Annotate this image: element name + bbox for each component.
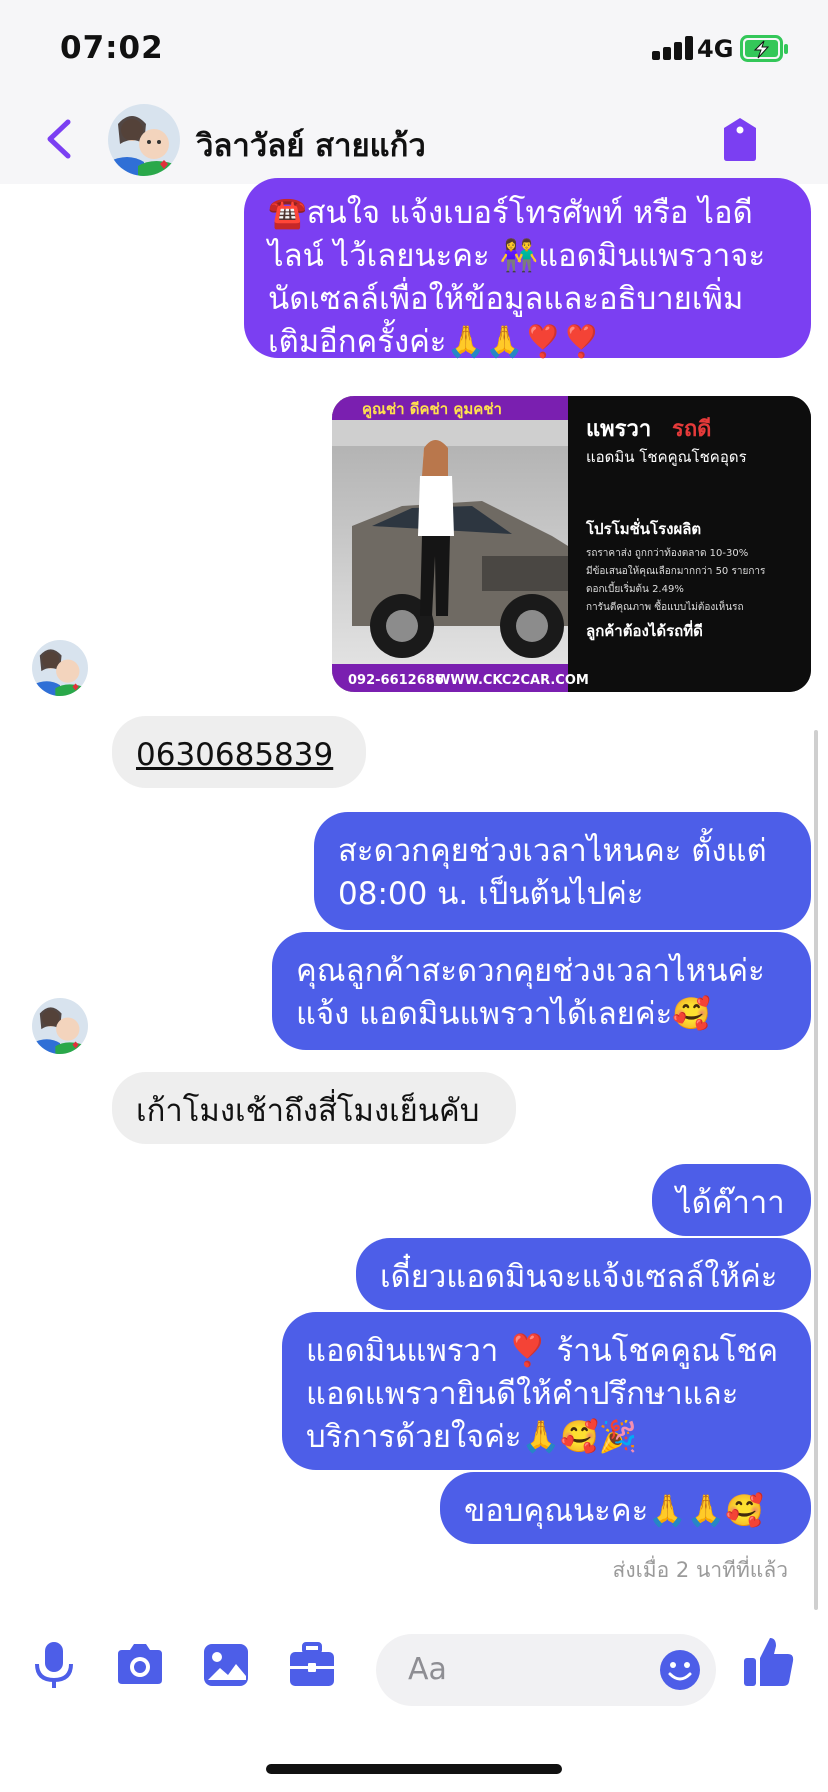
received-message[interactable]: 0630685839 <box>112 716 366 788</box>
apps-button[interactable] <box>286 1640 338 1690</box>
sent-message[interactable]: ☎️สนใจ แจ้งเบอร์โทรศัพท์ หรือ ไอดีไลน์ ไ… <box>244 178 811 360</box>
received-message[interactable]: เก้าโมงเช้าถึงสี่โมงเย็นคับ <box>112 1072 516 1144</box>
ad-slogan: ลูกค้าต้องได้รถที่ดี <box>586 620 703 641</box>
ad-brand-2: รถดี <box>672 417 711 442</box>
label-tag-button[interactable] <box>718 114 762 164</box>
home-indicator <box>266 1764 562 1774</box>
status-bar: 07:02 4G <box>0 0 828 96</box>
contact-avatar-small[interactable] <box>32 640 88 696</box>
gallery-button[interactable] <box>200 1640 252 1690</box>
image-icon <box>204 1644 248 1686</box>
message-input[interactable]: Aa <box>376 1634 716 1706</box>
sent-message[interactable]: สะดวกคุยช่วงเวลาไหนคะ ตั้งแต่ 08:00 น. เ… <box>314 812 811 930</box>
message-input-placeholder: Aa <box>408 1652 447 1687</box>
car-promo-image[interactable]: คูณช่า ดีคช่า คูมคช่า 092-6612686 WWW.CK… <box>332 396 811 692</box>
ad-promo-title: โปรโมชั่นโรงผลิต <box>585 518 701 538</box>
ad-line-2: มีข้อเสนอให้คุณเลือกมากกว่า 50 รายการ <box>586 565 766 577</box>
back-button[interactable] <box>40 114 80 164</box>
ad-website: WWW.CKC2CAR.COM <box>436 673 589 688</box>
sent-message[interactable]: แอดมินแพรวา ❣️ ร้านโชคคูณโชคแอดแพรวายินด… <box>282 1312 811 1470</box>
sent-status: ส่งเมื่อ 2 นาทีที่แล้ว <box>612 1558 788 1582</box>
microphone-button[interactable] <box>28 1640 80 1690</box>
sent-message[interactable]: คุณลูกค้าสะดวกคุยช่วงเวลาไหนค่ะแจ้ง แอดม… <box>272 932 811 1050</box>
scrollbar[interactable] <box>814 730 818 1610</box>
tag-icon <box>724 118 756 161</box>
status-time: 07:02 <box>60 30 164 66</box>
network-type: 4G <box>697 35 734 63</box>
briefcase-icon <box>290 1642 334 1686</box>
ad-line-1: รถราคาส่ง ถูกกว่าท้องตลาด 10-30% <box>586 547 748 559</box>
message-list[interactable]: ☎️สนใจ แจ้งเบอร์โทรศัพท์ หรือ ไอดีไลน์ ไ… <box>0 178 828 1614</box>
ad-line-4: การันตีคุณภาพ ซื้อแบบไม่ต้องเห็นรถ <box>586 599 744 613</box>
thumbs-up-icon <box>744 1638 794 1686</box>
ad-subtitle: แอดมิน โชคคูณโชคอุดร <box>586 448 747 467</box>
camera-icon <box>118 1644 162 1684</box>
microphone-icon <box>35 1642 73 1688</box>
signal-icon <box>652 36 696 60</box>
sent-message[interactable]: ขอบคุณนะคะ🙏🙏🥰 <box>440 1472 811 1544</box>
contact-name[interactable]: วิลาวัลย์ สายแก้ว <box>196 120 426 170</box>
ad-brand-1: แพรวา <box>586 417 651 442</box>
like-button[interactable] <box>738 1632 798 1692</box>
conversation-header: วิลาวัลย์ สายแก้ว <box>0 96 828 184</box>
contact-avatar[interactable] <box>108 104 180 176</box>
chevron-left-icon <box>47 119 71 159</box>
camera-button[interactable] <box>114 1640 166 1690</box>
ad-banner-text: คูณช่า ดีคช่า คูมคช่า <box>362 400 502 419</box>
contact-avatar-small[interactable] <box>32 998 88 1054</box>
sent-message[interactable]: ได้ค๊าาา <box>652 1164 811 1236</box>
ad-phone: 092-6612686 <box>348 673 444 688</box>
ad-line-3: ดอกเบี้ยเริ่มต้น 2.49% <box>586 581 684 595</box>
sent-message[interactable]: เดี๋ยวแอดมินจะแจ้งเซลล์ให้ค่ะ <box>356 1238 811 1310</box>
emoji-icon[interactable] <box>658 1648 702 1692</box>
battery-icon <box>740 35 788 62</box>
composer-bar: Aa <box>0 1614 828 1714</box>
